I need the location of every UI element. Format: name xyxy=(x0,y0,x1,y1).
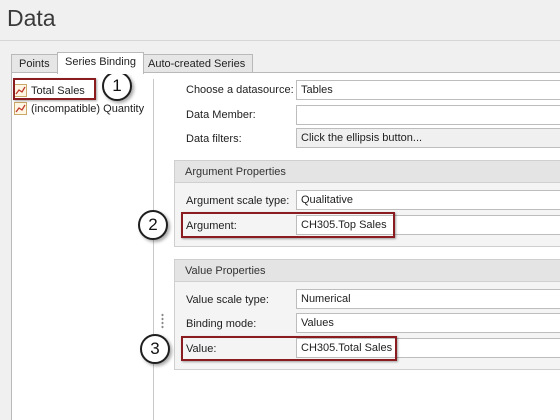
series-item-label: (incompatible) Quantity xyxy=(31,102,145,115)
data-member-field[interactable] xyxy=(296,105,560,125)
line-chart-icon xyxy=(14,102,27,115)
argument-properties-header: Argument Properties xyxy=(175,161,560,183)
tab-points[interactable]: Points xyxy=(11,54,58,73)
argument-scale-type-field[interactable]: Qualitative xyxy=(296,190,560,210)
highlight-argument xyxy=(181,212,395,238)
data-filters-field[interactable]: Click the ellipsis button... xyxy=(296,128,560,148)
datasource-field[interactable]: Tables xyxy=(296,80,560,100)
tab-series-binding[interactable]: Series Binding xyxy=(57,52,144,74)
window-title: Data xyxy=(7,5,56,31)
argument-scale-type-label: Argument scale type: xyxy=(186,195,290,207)
value-scale-type-label: Value scale type: xyxy=(186,294,269,306)
data-member-label: Data Member: xyxy=(186,109,256,121)
tab-auto-created-series[interactable]: Auto-created Series xyxy=(140,54,254,73)
splitter-handle[interactable] xyxy=(161,313,164,329)
callout-3: 3 xyxy=(140,334,170,364)
value-scale-type-field[interactable]: Numerical xyxy=(296,289,560,309)
callout-2: 2 xyxy=(138,210,168,240)
binding-mode-label: Binding mode: xyxy=(186,318,257,330)
series-list: Total Sales (incompatible) Quantity xyxy=(12,79,154,420)
callout-1: 1 xyxy=(102,71,132,101)
highlight-value xyxy=(181,336,397,361)
value-properties-header: Value Properties xyxy=(175,260,560,282)
highlight-total-sales xyxy=(13,78,96,100)
binding-mode-field[interactable]: Values xyxy=(296,313,560,333)
data-filters-label: Data filters: xyxy=(186,133,242,145)
title-divider xyxy=(0,40,560,41)
datasource-label: Choose a datasource: xyxy=(186,84,294,96)
series-item-quantity[interactable]: (incompatible) Quantity xyxy=(14,100,144,117)
